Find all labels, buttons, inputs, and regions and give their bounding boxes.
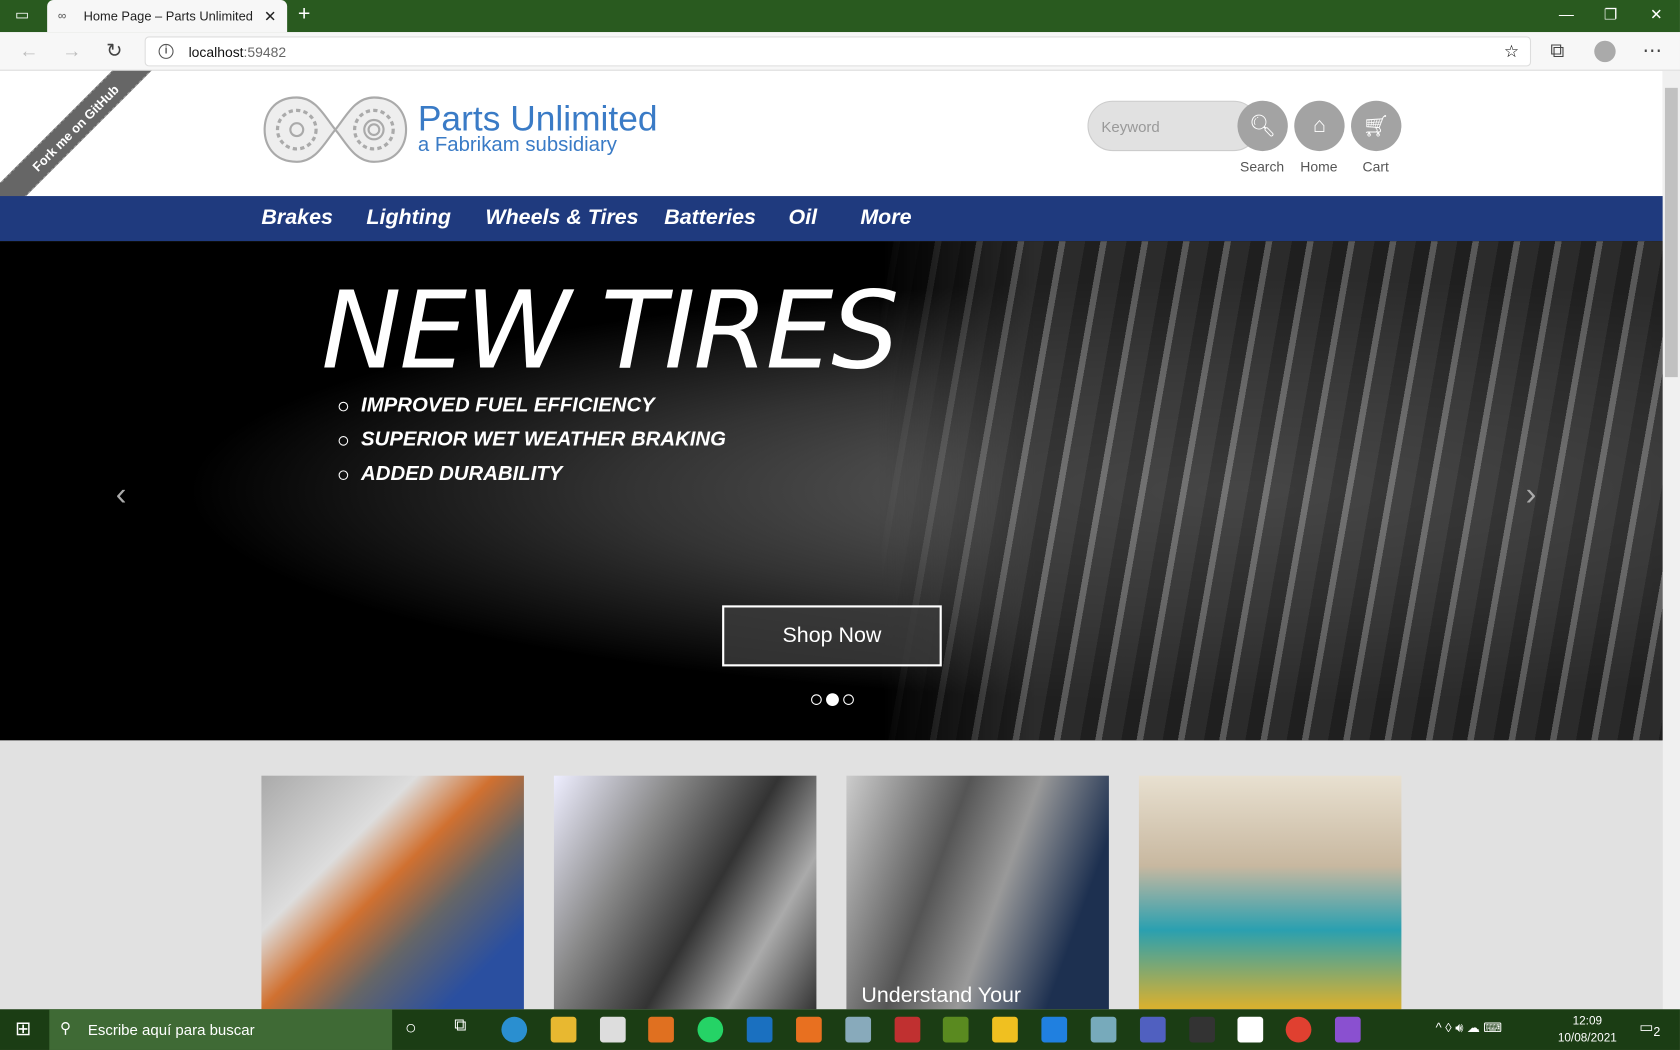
carousel-indicators bbox=[811, 693, 854, 707]
edge-icon[interactable] bbox=[501, 1016, 528, 1043]
shop-now-button[interactable]: Shop Now bbox=[722, 605, 942, 667]
clock-time: 12:09 bbox=[1572, 1014, 1603, 1028]
web-page: Fork me on GitHub Parts Unlimited a Fabr… bbox=[0, 70, 1663, 1010]
back-icon[interactable]: ← bbox=[19, 40, 38, 62]
add-favorite-icon[interactable]: ☆ bbox=[1504, 41, 1519, 62]
more-menu-icon[interactable]: ⋯ bbox=[1642, 40, 1661, 62]
favicon-icon: ∞ bbox=[57, 9, 67, 23]
tab-title: Home Page – Parts Unlimited bbox=[83, 8, 253, 24]
search-icon: ⚲ bbox=[59, 1018, 71, 1037]
media-icon[interactable] bbox=[648, 1016, 674, 1043]
scrollbar-thumb[interactable] bbox=[1664, 87, 1678, 378]
paint-icon[interactable] bbox=[845, 1016, 872, 1043]
notification-count: 2 bbox=[1653, 1025, 1661, 1040]
home-icon: ⌂ bbox=[1312, 113, 1326, 138]
tab-actions-icon[interactable]: ▭ bbox=[15, 5, 29, 23]
whatsapp-icon[interactable] bbox=[697, 1016, 724, 1043]
carousel-dot[interactable] bbox=[811, 694, 822, 705]
task-view-icon[interactable]: ⧉ bbox=[454, 1017, 480, 1043]
taskbar-clock[interactable]: 12:09 10/08/2021 bbox=[1558, 1012, 1617, 1046]
address-bar[interactable]: i localhost:59482 ☆ bbox=[144, 36, 1532, 67]
cart-label: Cart bbox=[1362, 158, 1389, 175]
vmware-icon[interactable] bbox=[746, 1016, 773, 1043]
url-port: :59482 bbox=[243, 43, 287, 60]
notifications-icon[interactable]: ▭2 bbox=[1639, 1018, 1660, 1039]
clock-date: 10/08/2021 bbox=[1557, 1031, 1617, 1045]
hero-bullet: IMPROVED FUEL EFFICIENCY bbox=[339, 389, 726, 423]
page-scrollbar[interactable] bbox=[1662, 70, 1680, 1010]
reload-icon[interactable]: ↻ bbox=[106, 40, 122, 62]
file-explorer-icon[interactable] bbox=[550, 1016, 577, 1043]
brand-subtitle: a Fabrikam subsidiary bbox=[417, 133, 617, 157]
nav-batteries[interactable]: Batteries bbox=[664, 206, 756, 231]
browser-titlebar: ▭ ∞ Home Page – Parts Unlimited ✕ + — ❐ … bbox=[0, 0, 1680, 33]
promo-card-parts[interactable] bbox=[261, 775, 524, 1010]
browser-toolbar: ← → ↻ i localhost:59482 ☆ ⧉ ⋯ bbox=[0, 32, 1680, 71]
carousel-dot-active[interactable] bbox=[826, 693, 839, 707]
search-button[interactable]: 🔍︎ bbox=[1237, 100, 1288, 152]
nav-lighting[interactable]: Lighting bbox=[366, 206, 450, 231]
carousel-next-icon[interactable]: › bbox=[1526, 477, 1537, 513]
collections-icon[interactable]: ⧉ bbox=[1550, 40, 1564, 62]
terminal-icon[interactable] bbox=[1189, 1016, 1215, 1043]
info-icon[interactable]: i bbox=[158, 43, 174, 59]
hero-bullets: IMPROVED FUEL EFFICIENCY SUPERIOR WET WE… bbox=[339, 389, 726, 492]
cart-button[interactable]: 🛒︎ bbox=[1351, 100, 1402, 152]
hero-carousel: NEW TIRES IMPROVED FUEL EFFICIENCY SUPER… bbox=[0, 241, 1663, 741]
office-icon[interactable] bbox=[796, 1016, 822, 1043]
photos-icon[interactable] bbox=[1090, 1016, 1117, 1043]
carousel-prev-icon[interactable]: ‹ bbox=[116, 477, 127, 513]
cart-icon: 🛒︎ bbox=[1362, 114, 1390, 139]
typora-icon[interactable] bbox=[1237, 1016, 1264, 1043]
hero-title: NEW TIRES bbox=[321, 267, 899, 394]
app-icon[interactable] bbox=[942, 1016, 969, 1043]
teams-icon[interactable] bbox=[1139, 1016, 1166, 1043]
tire-image bbox=[878, 241, 1663, 741]
cortana-icon[interactable]: ○ bbox=[405, 1017, 431, 1043]
carousel-dot[interactable] bbox=[843, 694, 854, 705]
nav-wheels-tires[interactable]: Wheels & Tires bbox=[485, 206, 638, 231]
nav-more[interactable]: More bbox=[860, 206, 911, 231]
promo-card-lifestyle[interactable] bbox=[1138, 775, 1402, 1010]
chrome-icon[interactable] bbox=[1285, 1016, 1312, 1043]
minimize-icon[interactable]: — bbox=[1559, 5, 1574, 22]
profile-avatar[interactable] bbox=[1594, 40, 1616, 63]
new-tab-icon[interactable]: + bbox=[298, 2, 311, 27]
search-label: Search bbox=[1240, 158, 1285, 175]
hero-bullet: SUPERIOR WET WEATHER BRAKING bbox=[339, 423, 726, 457]
snip-icon[interactable] bbox=[894, 1016, 921, 1043]
url-host: localhost bbox=[188, 43, 244, 60]
logo-icon[interactable] bbox=[262, 95, 408, 164]
browser-tab[interactable]: ∞ Home Page – Parts Unlimited ✕ bbox=[47, 0, 288, 33]
promo-card-sales[interactable] bbox=[553, 775, 817, 1010]
forward-icon[interactable]: → bbox=[62, 40, 81, 62]
home-label: Home bbox=[1300, 158, 1338, 175]
nav-brakes[interactable]: Brakes bbox=[261, 206, 332, 231]
card-caption: Understand Your bbox=[861, 983, 1022, 1008]
home-button[interactable]: ⌂ bbox=[1294, 100, 1345, 152]
store-icon[interactable] bbox=[599, 1016, 626, 1043]
vscode-icon[interactable] bbox=[1041, 1016, 1068, 1043]
category-nav: Brakes Lighting Wheels & Tires Batteries… bbox=[0, 196, 1663, 242]
site-header: Fork me on GitHub Parts Unlimited a Fabr… bbox=[0, 70, 1663, 221]
windows-taskbar: ⊞ ⚲ Escribe aquí para buscar ○ ⧉ ^ ◊ 🔊︎ ☁… bbox=[0, 1009, 1680, 1050]
visual-studio-icon[interactable] bbox=[1334, 1016, 1361, 1043]
promo-card-service[interactable]: Understand Your bbox=[846, 775, 1109, 1010]
hero-bullet: ADDED DURABILITY bbox=[339, 457, 726, 491]
nav-oil[interactable]: Oil bbox=[789, 206, 818, 231]
restore-icon[interactable]: ❐ bbox=[1604, 5, 1617, 23]
taskbar-search[interactable]: ⚲ Escribe aquí para buscar bbox=[49, 1009, 393, 1050]
close-tab-icon[interactable]: ✕ bbox=[264, 7, 277, 25]
search-icon: 🔍︎ bbox=[1249, 114, 1277, 139]
taskbar-search-placeholder: Escribe aquí para buscar bbox=[87, 1021, 255, 1039]
search-input[interactable]: Keyword bbox=[1087, 100, 1259, 152]
close-window-icon[interactable]: ✕ bbox=[1650, 5, 1663, 23]
windows-start-icon[interactable]: ⊞ bbox=[15, 1018, 31, 1040]
tray-icons[interactable]: ^ ◊ 🔊︎ ☁ ⌨ bbox=[1436, 1020, 1502, 1036]
powerbi-icon[interactable] bbox=[992, 1016, 1018, 1043]
